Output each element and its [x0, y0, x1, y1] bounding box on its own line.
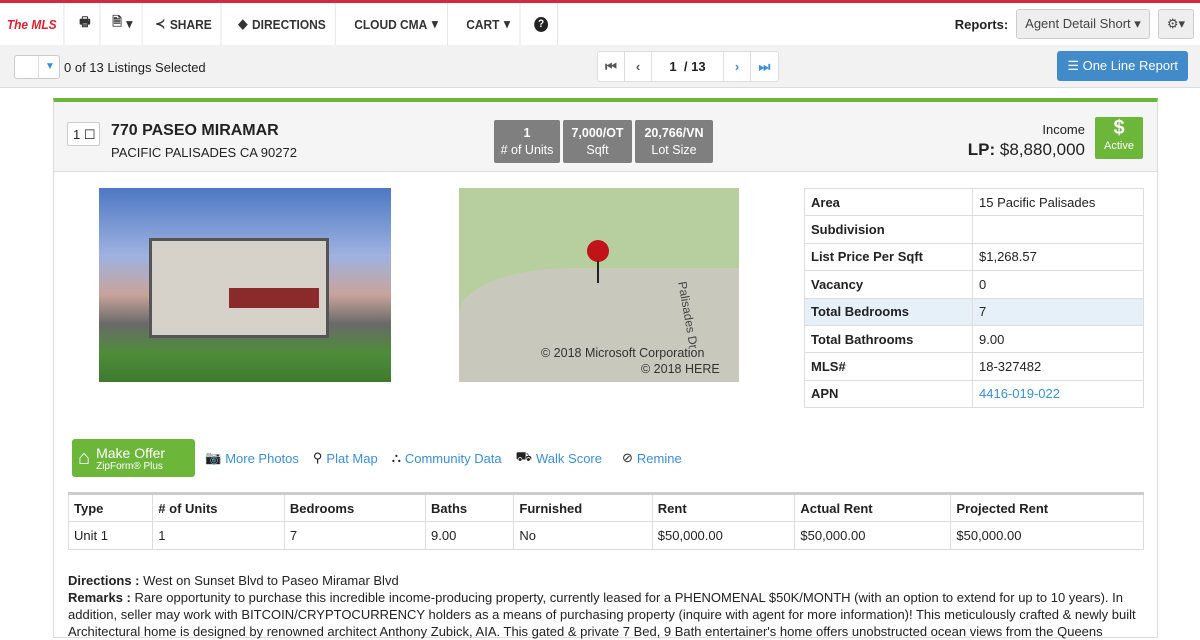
map-credit: © 2018 HERE: [641, 362, 720, 376]
listing-select-checkbox[interactable]: 1 ☐: [67, 122, 100, 146]
caret-down-icon: ▾: [126, 16, 133, 31]
first-page-button[interactable]: ⏮: [598, 52, 625, 81]
report-select[interactable]: Agent Detail Short ▾: [1016, 9, 1150, 39]
gear-icon: ⚙▾: [1166, 16, 1185, 31]
share-icon: ≺: [155, 16, 166, 31]
property-type: Income: [1042, 122, 1085, 137]
remine-link[interactable]: ⊘ Remine: [622, 450, 682, 466]
table-row: Unit 1 1 7 9.00 No $50,000.00 $50,000.00 $50,00…: [67, 521, 1144, 550]
table-row: MLS# 18-327482: [804, 352, 1144, 381]
listing-city: PACIFIC PALISADES CA 90272: [111, 145, 297, 160]
apn-link[interactable]: 4416-019-022: [972, 379, 1144, 409]
caret-down-icon: ▾: [431, 16, 438, 31]
stat-units: 1 # of Units: [494, 120, 560, 163]
table-row: Area 15 Pacific Palisades: [804, 187, 1144, 217]
one-line-report-label: One Line Report: [1082, 58, 1178, 73]
listing-index: 1: [73, 127, 81, 142]
table-row: Total Bathrooms 9.00: [804, 324, 1144, 354]
caret-down-icon[interactable]: ▼: [39, 56, 55, 78]
listing-address[interactable]: 770 PASEO MIRAMAR: [111, 122, 279, 140]
cart-label: CART: [466, 16, 500, 32]
pager: ⏮ ‹ 1 / 13 › ⏭: [597, 51, 779, 82]
mls-logo[interactable]: The MLS: [0, 3, 65, 45]
cloud-cma-label: CLOUD CMA: [354, 16, 428, 32]
remarks-section: Directions : West on Sunset Blvd to Pase…: [68, 573, 1136, 639]
share-button[interactable]: ≺ SHARE: [146, 3, 223, 45]
table-row: Vacancy 0: [804, 270, 1144, 299]
units-table: Type # of Units Bedrooms Baths Furnished Rent…: [67, 492, 1144, 550]
help-button[interactable]: ?: [525, 3, 559, 45]
remarks-text: Rare opportunity to purchase this incred…: [68, 590, 1136, 639]
pdf-icon: 🗎: [112, 14, 123, 29]
help-icon: ?: [534, 16, 549, 32]
total-pages: / 13: [683, 59, 706, 74]
pdf-button[interactable]: 🗎 ▾: [103, 3, 143, 45]
listing-actions: ⌂ Make Offer ZipForm® Plus 📷 More Photos ⚲…: [72, 439, 696, 477]
cart-button[interactable]: CART ▾: [457, 3, 520, 45]
map-marker-icon: ⚲: [312, 450, 323, 465]
cloud-cma-button[interactable]: CLOUD CMA ▾: [345, 3, 448, 45]
more-photos-link[interactable]: 📷 More Photos: [205, 450, 299, 466]
print-icon: 🖶: [79, 14, 91, 29]
current-page: 1: [669, 59, 677, 74]
binoculars-icon: ⛟: [515, 449, 533, 464]
map-credit: © 2018 Microsoft Corporation: [541, 346, 705, 360]
stat-lot-size: 20,766/VN Lot Size: [635, 120, 713, 163]
listing-photo[interactable]: [99, 188, 391, 382]
listing-card: 1 ☐ 770 PASEO MIRAMAR PACIFIC PALISADES …: [53, 98, 1158, 639]
table-row: Subdivision: [804, 215, 1144, 244]
select-all-checkbox[interactable]: [15, 56, 39, 78]
next-page-button[interactable]: ›: [724, 52, 751, 81]
caret-down-icon: ▾: [503, 16, 510, 31]
walk-score-link[interactable]: ⛟ Walk Score: [516, 449, 602, 467]
community-data-link[interactable]: ⛬ Community Data: [392, 450, 502, 466]
select-all-dropdown[interactable]: ▼: [14, 55, 60, 79]
dollar-icon: $: [1113, 117, 1125, 139]
camera-icon: 📷: [205, 450, 222, 465]
print-button[interactable]: 🖶: [70, 3, 101, 45]
share-label: SHARE: [170, 16, 212, 32]
mls-logo-text: The MLS: [6, 16, 57, 32]
map-pin-icon: [587, 240, 609, 262]
house-dollar-icon: ⌂: [78, 446, 91, 469]
selected-count: 0 of 13 Listings Selected: [64, 60, 206, 75]
plat-map-link[interactable]: ⚲ Plat Map: [313, 450, 378, 466]
list-icon: ☰: [1067, 58, 1079, 73]
status-text: Active: [1104, 140, 1134, 152]
directions-button[interactable]: ◆ DIRECTIONS: [229, 3, 336, 45]
one-line-report-button[interactable]: ☰ One Line Report: [1057, 51, 1188, 81]
report-select-value: Agent Detail Short: [1025, 16, 1131, 31]
table-row: APN 4416-019-022: [804, 379, 1144, 409]
selection-bar: ▼ 0 of 13 Listings Selected ⏮ ‹ 1 / 13 ›…: [0, 45, 1200, 88]
listing-header: 1 ☐ 770 PASEO MIRAMAR PACIFIC PALISADES …: [54, 102, 1157, 172]
directions-icon: ◆: [237, 16, 248, 31]
table-row: List Price Per Sqft $1,268.57: [804, 242, 1144, 272]
location-map[interactable]: Palisades Dr © 2018 Microsoft Corporatio…: [459, 188, 739, 382]
settings-button[interactable]: ⚙▾: [1157, 9, 1194, 39]
remine-icon: ⊘: [622, 450, 633, 465]
table-header-row: Type # of Units Bedrooms Baths Furnished Rent…: [67, 493, 1144, 522]
sitemap-icon: ⛬: [391, 450, 401, 465]
table-row: Total Bedrooms 7: [804, 297, 1144, 326]
directions-label: DIRECTIONS: [251, 16, 326, 32]
prev-page-button[interactable]: ‹: [625, 52, 652, 81]
stat-sqft: 7,000/OT Sqft: [563, 120, 632, 163]
status-badge: $ Active: [1095, 117, 1143, 159]
list-price: LP: $8,880,000: [967, 140, 1085, 159]
directions-text: West on Sunset Blvd to Paseo Miramar Blv…: [143, 573, 399, 588]
page-indicator[interactable]: 1 / 13: [652, 52, 724, 81]
last-page-button[interactable]: ⏭: [751, 52, 778, 81]
make-offer-button[interactable]: ⌂ Make Offer ZipForm® Plus: [72, 439, 195, 477]
reports-label: Reports:: [954, 16, 1009, 32]
property-details-table: Area 15 Pacific Palisades Subdivision Lis…: [804, 187, 1144, 409]
